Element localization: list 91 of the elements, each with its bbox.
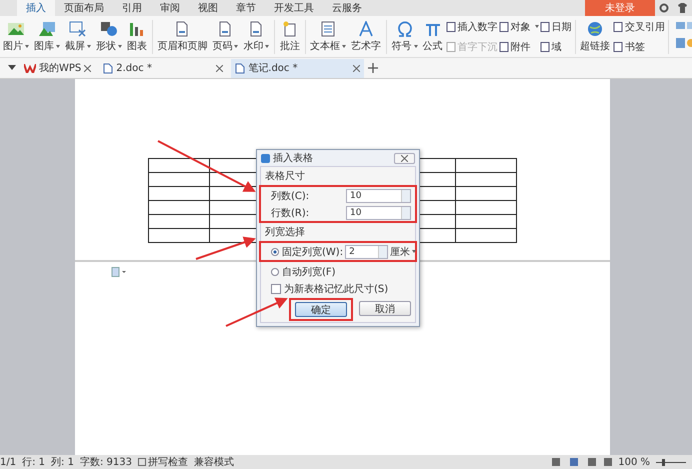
globe-icon [586, 20, 604, 36]
number-spinner-field[interactable]: 10 [346, 188, 411, 202]
zoom-level: 100 % [618, 456, 650, 468]
page-icon [248, 20, 264, 36]
number-spinner-field[interactable]: 2 [345, 244, 388, 258]
view-mode-icons-drawing[interactable] [552, 457, 612, 467]
dropdown-caret-icon [56, 44, 60, 48]
ribbon-button[interactable]: 文本框 [308, 20, 348, 53]
textbox-icon [320, 20, 336, 36]
ribbon-button[interactable]: 批注 [278, 20, 302, 53]
omega-icon [396, 20, 412, 36]
tab-label: 笔记.doc * [248, 62, 298, 75]
dropdown-caret-icon [265, 44, 270, 48]
field-label: 行数(R): [271, 206, 310, 220]
ribbon-small-button[interactable]: 插入数字 [446, 20, 498, 34]
w-logo-icon [24, 64, 36, 72]
menu-tab[interactable]: 引用 [113, 0, 151, 16]
status-text: 字数: 9133 [80, 456, 132, 469]
number-spinner-field[interactable]: 10 [346, 206, 411, 220]
dropdown-caret-icon [118, 44, 122, 48]
ribbon-small-button[interactable]: 日期 [540, 20, 572, 34]
app-logo-icon [261, 154, 270, 162]
status-text: 兼容模式 [194, 456, 234, 469]
radio-option[interactable]: 固定列宽(W): [271, 244, 344, 258]
spellcheck-toggle[interactable]: 拼写检查 [138, 455, 188, 469]
dialog-button[interactable]: 确定 [295, 302, 347, 317]
close-button[interactable] [394, 152, 415, 164]
radio-option[interactable]: 自动列宽(F) [271, 264, 336, 278]
document-tab[interactable]: 笔记.doc * [231, 58, 364, 78]
close-icon[interactable] [84, 64, 92, 72]
ribbon-button[interactable]: 水印 [241, 20, 272, 53]
add-tab-icon[interactable] [368, 63, 378, 73]
letter-a-icon [358, 20, 374, 36]
menu-tab[interactable]: 开发工具 [265, 0, 323, 16]
dropdown-caret-icon [25, 44, 29, 48]
screenshot-icon [69, 20, 87, 36]
ribbon-small-button[interactable]: 附件 [498, 40, 538, 54]
field-label: 列数(C): [271, 190, 310, 202]
ribbon-button[interactable]: 超链接 [578, 20, 612, 53]
dialog-title: 插入表格 [273, 152, 313, 165]
menu-tab[interactable]: 云服务 [323, 0, 371, 16]
close-icon[interactable] [216, 64, 224, 72]
dropdown-caret-icon [342, 44, 346, 48]
ribbon-button[interactable]: 符号 [390, 20, 420, 53]
ribbon-small-button[interactable]: 域 [540, 40, 572, 54]
menu-tab[interactable]: 页面布局 [55, 0, 113, 16]
remember-size-checkbox[interactable]: 为新表格记忆此尺寸(S) [271, 282, 388, 296]
dropdown-caret-icon[interactable] [8, 65, 16, 71]
ribbon-button[interactable]: 截屏 [63, 20, 93, 53]
dropdown-caret-icon [414, 44, 418, 48]
gallery-icon [38, 20, 56, 36]
dialog-button[interactable]: 取消 [359, 301, 411, 316]
annotation-arrow [196, 236, 256, 260]
document-tab[interactable]: 2.doc * [99, 58, 228, 78]
status-text: 行: 1 [22, 456, 46, 469]
ribbon-button[interactable]: 图库 [32, 20, 62, 53]
menu-tab[interactable]: 视图 [189, 0, 227, 16]
picture-icon [7, 20, 25, 36]
document-tab[interactable]: 我的WPS [20, 58, 96, 78]
page-icon [217, 20, 234, 36]
unit-dropdown[interactable]: 厘米 [390, 244, 416, 258]
ribbon-small-button[interactable]: 书签 [612, 40, 665, 54]
ribbon-button[interactable]: 艺术字 [349, 20, 384, 53]
dropdown-caret-icon [234, 44, 238, 48]
tab-label: 2.doc * [116, 62, 152, 74]
tab-label: 我的WPS [39, 62, 82, 75]
menu-tab[interactable]: 审阅 [151, 0, 189, 16]
shirt-icon[interactable] [677, 3, 688, 13]
note-icon [282, 20, 298, 36]
bar-chart-icon [128, 20, 146, 36]
radio-button[interactable] [271, 268, 279, 276]
ribbon-button[interactable]: 页眉和页脚 [155, 20, 210, 53]
menu-tab[interactable]: 章节 [227, 0, 265, 16]
close-icon [401, 154, 408, 162]
page-icon [174, 20, 190, 36]
ribbon-button[interactable]: 形状 [94, 20, 124, 53]
section-title: 表格尺寸 [265, 170, 306, 183]
status-text: 列: 1 [51, 456, 74, 469]
ribbon-button[interactable]: 图表 [125, 20, 149, 53]
ribbon-button[interactable]: 公式 [420, 20, 444, 53]
menu-tab[interactable]: 插入 [17, 0, 55, 16]
status-text: 1/1 [0, 456, 16, 468]
ribbon-small-button[interactable]: 交叉引用 [612, 20, 665, 34]
section-title: 列宽选择 [265, 226, 306, 239]
close-icon[interactable] [353, 64, 360, 72]
dropdown-caret-icon [87, 44, 91, 48]
ribbon-button[interactable]: 页码 [210, 20, 240, 53]
ribbon-small-button[interactable]: 对象 [498, 20, 538, 34]
shapes-icon [100, 20, 118, 36]
ribbon-button[interactable]: 图片 [1, 20, 31, 53]
radio-button[interactable] [271, 248, 279, 256]
